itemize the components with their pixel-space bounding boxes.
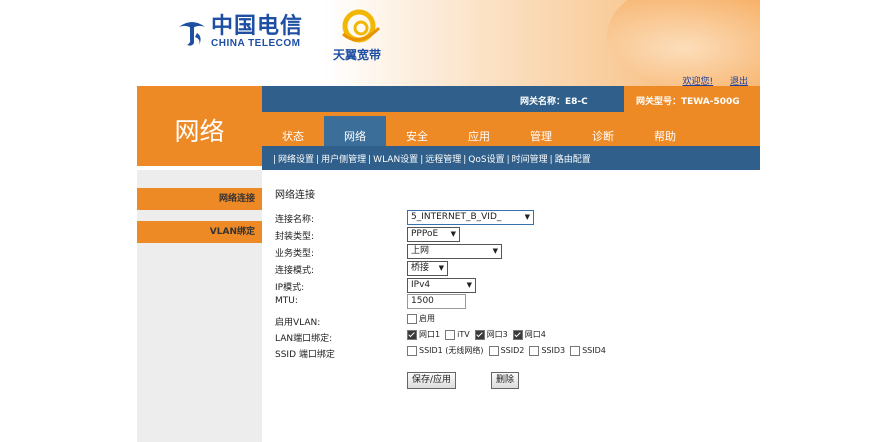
subnav-time-management[interactable]: 时间管理: [512, 155, 548, 165]
service-type-row: 业务类型: 上网 ▼: [275, 244, 502, 260]
lan-port4-checkbox[interactable]: [512, 329, 523, 340]
save-apply-button[interactable]: 保存/应用: [407, 372, 457, 389]
itv-port-label: iTV: [457, 330, 470, 339]
delete-button[interactable]: 删除: [491, 372, 520, 389]
connection-mode-value: 桥接: [411, 263, 430, 273]
ssid3-label: SSID3: [541, 346, 566, 355]
connection-name-select[interactable]: 5_INTERNET_B_VID_ ▼: [407, 210, 534, 225]
dropdown-arrow-icon: ▼: [438, 264, 444, 272]
lan-port1-checkbox[interactable]: [407, 329, 417, 340]
gateway-model: 网关型号：TEWA-500G: [636, 97, 740, 107]
mtu-label: MTU:: [275, 296, 298, 306]
tianyi-swirl-icon: [342, 9, 381, 43]
brand-name-cn: 中国电信: [211, 13, 304, 39]
page-header: 中国电信 CHINA TELECOM 天翼宽带 欢迎您! 退出: [137, 0, 760, 100]
subnav-remote-management[interactable]: 远程管理: [425, 155, 461, 165]
itv-port-checkbox[interactable]: [445, 329, 456, 340]
form-actions: 保存/应用 删除: [275, 372, 575, 389]
tab-management[interactable]: 管理: [510, 128, 572, 146]
ssid4-checkbox[interactable]: [570, 345, 581, 356]
left-menu: 网络连接 VLAN绑定: [137, 170, 262, 442]
connection-name-row: 连接名称: 5_INTERNET_B_VID_ ▼: [275, 210, 534, 226]
subnav-separator: |: [316, 155, 320, 165]
subnav-separator: |: [463, 155, 467, 165]
ssid2-label: SSID2: [500, 346, 525, 355]
tab-security[interactable]: 安全: [386, 128, 448, 146]
subnav-separator: |: [549, 155, 553, 165]
main-content: 网络连接 连接名称: 5_INTERNET_B_VID_ ▼ 封装类型: PPP…: [262, 170, 760, 442]
vlan-enable-label: 启用: [419, 314, 435, 323]
service-type-label: 业务类型:: [275, 249, 315, 259]
connection-name-value: 5_INTERNET_B_VID_: [411, 212, 502, 222]
subnav-separator: |: [420, 155, 424, 165]
content-title: 网络连接: [275, 190, 315, 201]
dropdown-arrow-icon: ▼: [524, 213, 530, 221]
tab-network[interactable]: 网络: [324, 116, 386, 146]
connection-name-label: 连接名称:: [275, 215, 315, 225]
encap-type-value: PPPoE: [411, 229, 439, 239]
ssid2-checkbox[interactable]: [488, 345, 499, 356]
ip-mode-select[interactable]: IPv4 ▼: [407, 278, 476, 293]
vlan-checkbox-group: 启用: [407, 313, 440, 324]
vlan-label: 启用VLAN:: [275, 318, 321, 328]
encap-type-label: 封装类型:: [275, 232, 315, 242]
left-menu-vlan-binding[interactable]: VLAN绑定: [137, 221, 262, 243]
ip-mode-row: IP模式: IPv4 ▼: [275, 278, 476, 294]
ssid1-label: SSID1 (无线网络): [419, 346, 484, 355]
subnav-separator: |: [273, 155, 277, 165]
china-telecom-emblem-icon: [179, 21, 205, 46]
lan-binding-checkbox-group: 网口1 iTV 网口3 网口4: [407, 329, 551, 340]
brand-name-en: CHINA TELECOM: [211, 38, 301, 49]
subnav-user-side-management[interactable]: 用户侧管理: [321, 155, 366, 165]
sub-navigation: | 网络设置 | 用户侧管理 | WLAN设置 | 远程管理 | QoS设置 | 时间管理 | 路由配置: [262, 146, 760, 170]
subnav-route-config[interactable]: 路由配置: [555, 155, 591, 165]
device-info-bar: 网关名称：E8-C 网关型号：TEWA-500G: [262, 86, 760, 112]
subnav-network-settings[interactable]: 网络设置: [278, 155, 314, 165]
sub-brand-label: 天翼宽带: [333, 48, 382, 62]
dropdown-arrow-icon: ▼: [492, 247, 498, 255]
ssid-binding-label: SSID 端口绑定: [275, 350, 335, 360]
tab-help[interactable]: 帮助: [634, 128, 696, 146]
ssid4-label: SSID4: [582, 346, 606, 355]
tab-application[interactable]: 应用: [448, 128, 510, 146]
section-title-box: 网络: [137, 86, 262, 166]
connection-mode-select[interactable]: 桥接 ▼: [407, 261, 448, 276]
encap-type-row: 封装类型: PPPoE ▼: [275, 227, 460, 243]
lan-port1-label: 网口1: [419, 330, 441, 339]
ip-mode-value: IPv4: [411, 280, 431, 290]
main-tab-bar: 状态 网络 安全 应用 管理 诊断 帮助: [262, 112, 760, 146]
ssid-binding-checkbox-group: SSID1 (无线网络) SSID2 SSID3 SSID4: [407, 345, 611, 356]
gateway-model-box: 网关型号：TEWA-500G: [624, 86, 760, 112]
left-menu-network-connection[interactable]: 网络连接: [137, 188, 262, 210]
encap-type-select[interactable]: PPPoE ▼: [407, 227, 460, 242]
dropdown-arrow-icon: ▼: [450, 230, 456, 238]
connection-mode-row: 连接模式: 桥接 ▼: [275, 261, 448, 277]
china-telecom-logo: 中国电信 CHINA TELECOM: [175, 14, 303, 49]
section-title: 网络: [174, 117, 225, 146]
lan-port3-checkbox[interactable]: [474, 329, 485, 340]
ssid3-checkbox[interactable]: [529, 345, 540, 356]
subnav-qos-settings[interactable]: QoS设置: [468, 155, 504, 165]
tab-diagnostics[interactable]: 诊断: [572, 128, 634, 146]
lan-binding-label: LAN端口绑定:: [275, 334, 333, 344]
tab-status[interactable]: 状态: [262, 128, 324, 146]
subnav-separator: |: [368, 155, 372, 165]
dropdown-arrow-icon: ▼: [466, 281, 472, 289]
service-type-select[interactable]: 上网 ▼: [407, 244, 502, 259]
lan-port4-label: 网口4: [524, 330, 546, 339]
gateway-name: 网关名称：E8-C: [520, 97, 588, 107]
mtu-input[interactable]: 1500: [407, 294, 466, 309]
vlan-enable-checkbox[interactable]: [407, 313, 417, 324]
ssid1-checkbox[interactable]: [407, 345, 417, 356]
tianyi-broadband-logo: 天翼宽带: [333, 8, 397, 64]
service-type-value: 上网: [411, 246, 430, 256]
subnav-separator: |: [506, 155, 510, 165]
subnav-wlan-settings[interactable]: WLAN设置: [373, 155, 418, 165]
lan-port3-label: 网口3: [486, 330, 508, 339]
router-admin-frame: 中国电信 CHINA TELECOM 天翼宽带 欢迎您! 退出 网络 网关名称：…: [137, 0, 760, 442]
connection-mode-label: 连接模式:: [275, 266, 315, 276]
ip-mode-label: IP模式:: [275, 283, 305, 293]
